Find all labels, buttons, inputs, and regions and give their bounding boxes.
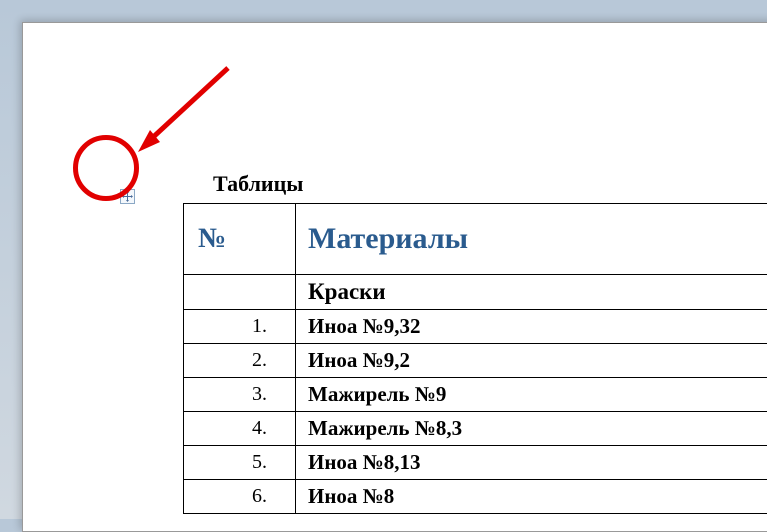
header-number: № [184, 204, 296, 275]
group-label-cell: Краски [296, 275, 767, 310]
section-title: Таблицы [213, 171, 303, 197]
row-number: 4. [184, 412, 296, 446]
table-row: 4. Мажирель №8,3 [184, 412, 767, 446]
row-material: Иноа №8 [296, 480, 767, 514]
row-material: Мажирель №8,3 [296, 412, 767, 446]
row-number: 3. [184, 378, 296, 412]
row-number: 2. [184, 344, 296, 378]
table-move-handle[interactable] [120, 189, 135, 204]
row-material: Мажирель №9 [296, 378, 767, 412]
table-header-row: № Материалы [184, 204, 767, 275]
header-materials: Материалы [296, 204, 767, 275]
table-row: 6. Иноа №8 [184, 480, 767, 514]
table-group-row: Краски [184, 275, 767, 310]
document-page: Таблицы № Материалы Краски 1. Иноа №9,32… [22, 22, 767, 532]
row-number: 1. [184, 310, 296, 344]
row-number: 5. [184, 446, 296, 480]
row-number: 6. [184, 480, 296, 514]
table-row: 1. Иноа №9,32 [184, 310, 767, 344]
row-material: Иноа №8,13 [296, 446, 767, 480]
group-number-cell [184, 275, 296, 310]
row-material: Иноа №9,32 [296, 310, 767, 344]
table-row: 5. Иноа №8,13 [184, 446, 767, 480]
table-row: 2. Иноа №9,2 [184, 344, 767, 378]
move-icon [122, 191, 133, 202]
table-row: 3. Мажирель №9 [184, 378, 767, 412]
materials-table[interactable]: № Материалы Краски 1. Иноа №9,32 2. Иноа… [183, 203, 767, 514]
row-material: Иноа №9,2 [296, 344, 767, 378]
